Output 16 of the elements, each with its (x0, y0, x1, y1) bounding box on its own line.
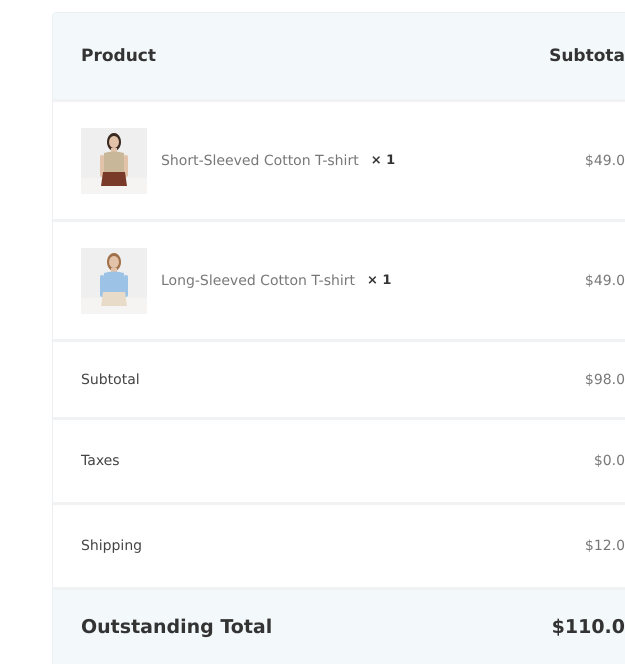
total-value: $110.0 (552, 616, 625, 638)
quantity: × 1 (367, 273, 392, 288)
summary-value: $0.0 (594, 453, 625, 469)
column-header: Product (81, 46, 156, 66)
column-header: Subtota (549, 46, 625, 66)
summary-label: Subtotal (81, 372, 140, 388)
summary-value: $98.0 (584, 372, 625, 388)
summary-value: $12.0 (584, 538, 625, 554)
product-name: Long-Sleeved Cotton T-shirt (161, 272, 355, 288)
product-name: Short-Sleeved Cotton T-shirt (161, 152, 359, 168)
price: $49.0 (584, 272, 625, 288)
quantity: × 1 (370, 153, 396, 168)
total-label: Outstanding Total (81, 616, 272, 638)
summary-label: Taxes (81, 453, 120, 469)
summary-label: Shipping (81, 538, 142, 554)
price: $49.0 (584, 152, 625, 168)
